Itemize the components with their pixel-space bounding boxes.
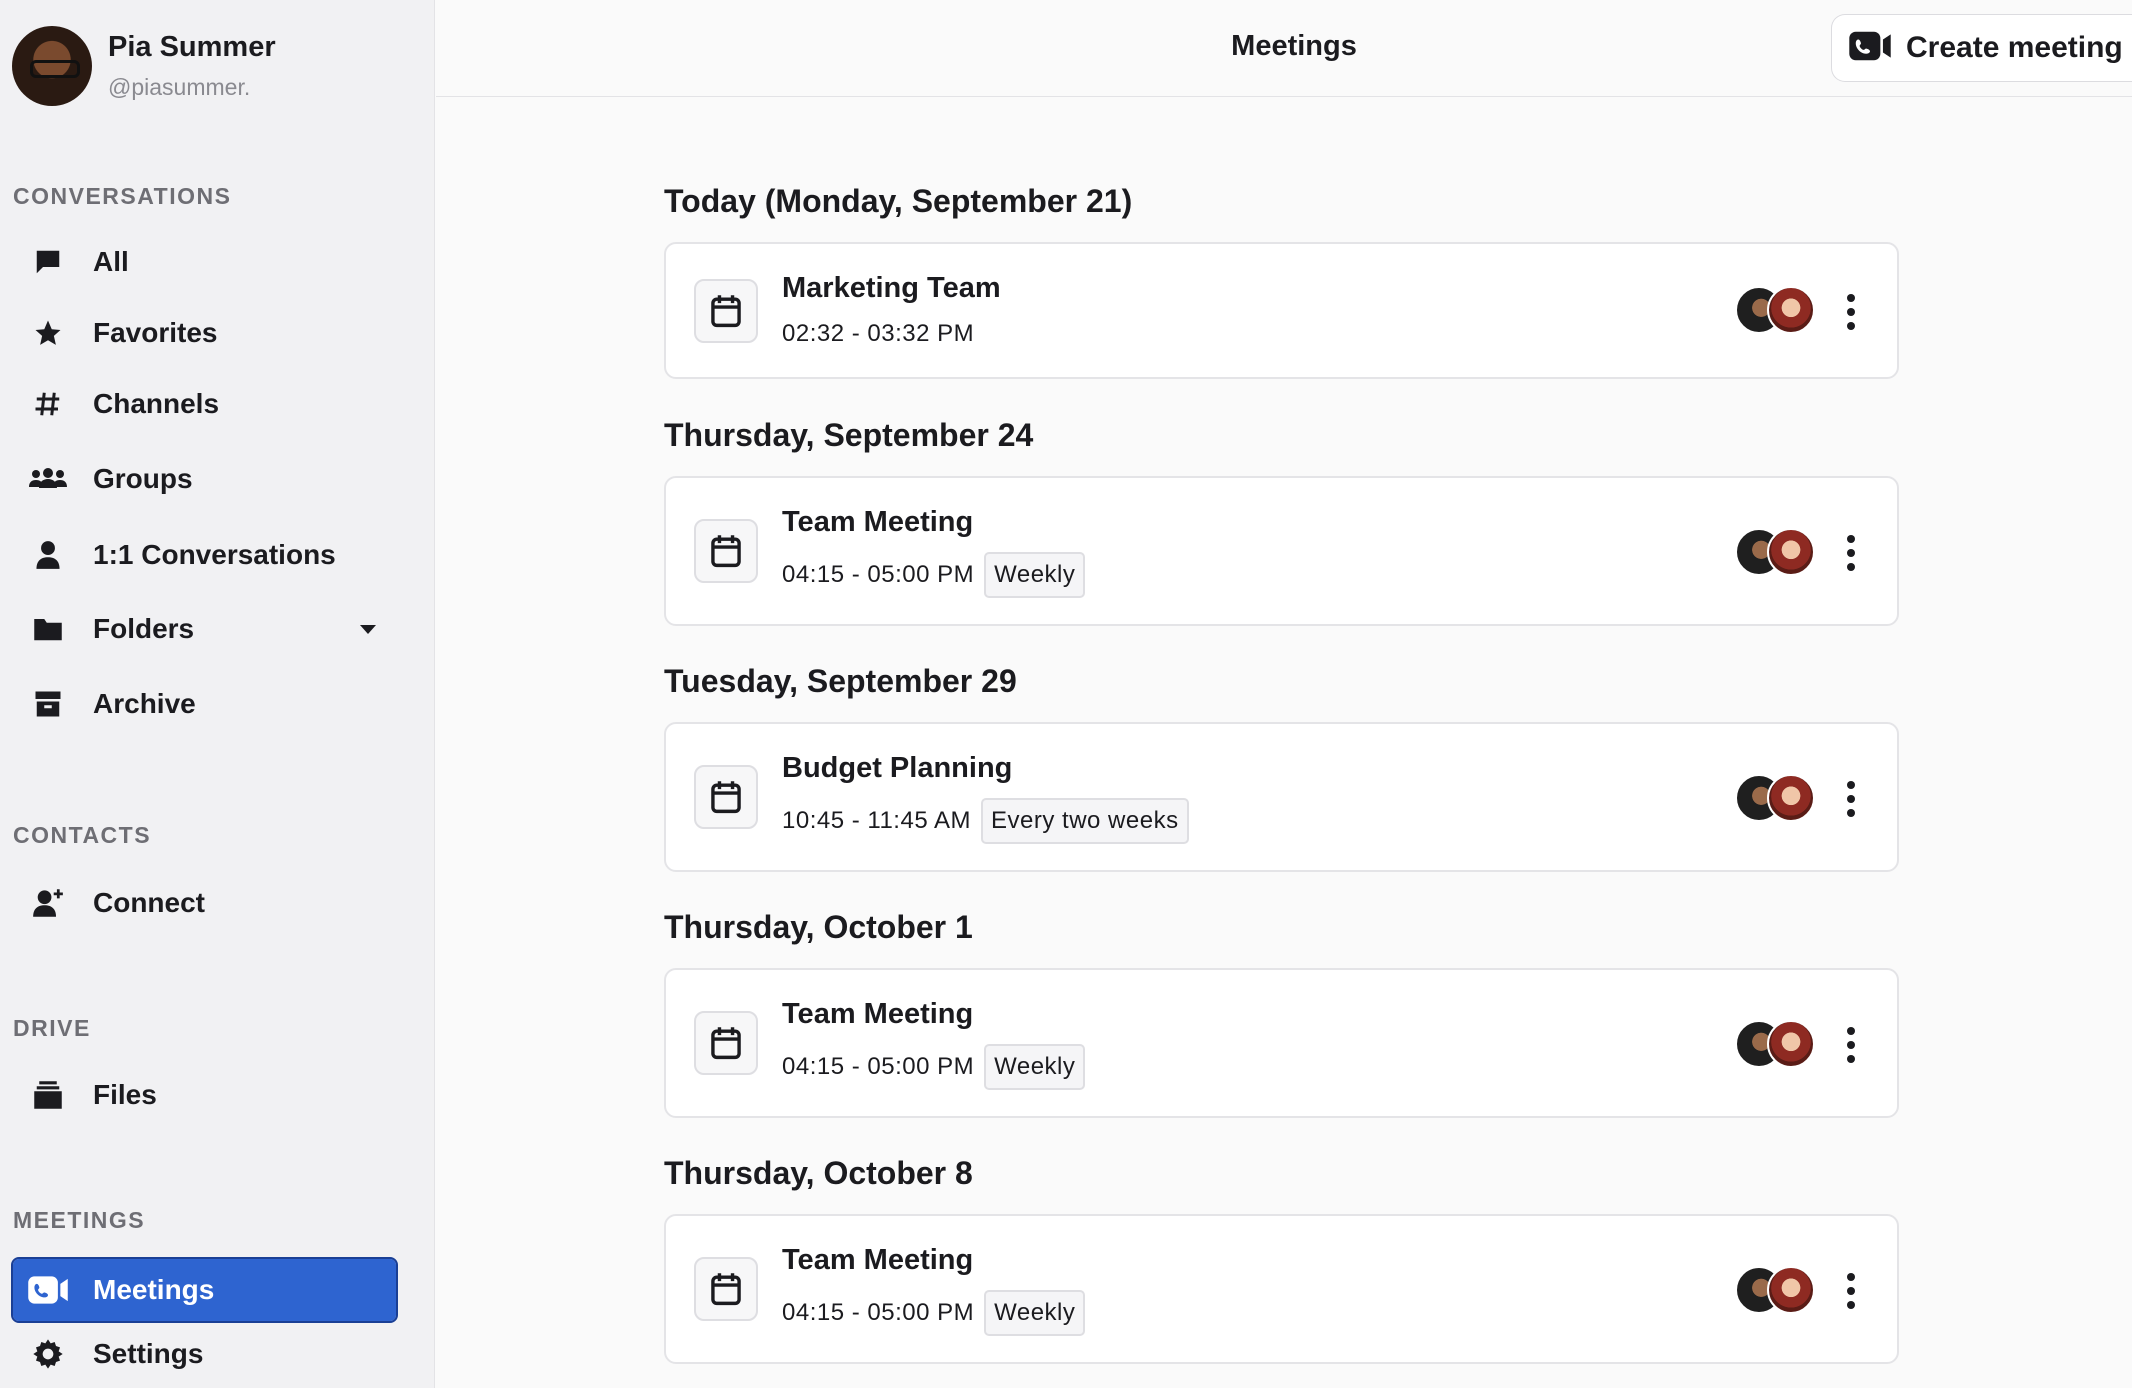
recurrence-badge: Every two weeks: [981, 798, 1189, 844]
profile-handle: @piasummer.: [108, 74, 251, 100]
day-heading: Thursday, September 24: [664, 417, 1034, 453]
sidebar-item-settings[interactable]: Settings: [13, 1323, 396, 1385]
meeting-time-row: 04:15 - 05:00 PM Weekly: [782, 1044, 1086, 1090]
avatar: [1767, 286, 1815, 334]
more-options-icon[interactable]: [1845, 781, 1857, 817]
sidebar-item-label: Settings: [93, 1338, 204, 1369]
avatar: [1767, 1266, 1815, 1314]
sidebar-item-meetings[interactable]: Meetings: [11, 1257, 398, 1323]
meeting-card[interactable]: Marketing Team 02:32 - 03:32 PM: [664, 242, 1899, 379]
section-title-drive: DRIVE: [13, 1015, 91, 1041]
avatar: [1767, 1020, 1815, 1068]
day-heading: Thursday, October 1: [664, 909, 973, 945]
meeting-title: Team Meeting: [782, 506, 974, 538]
meeting-time: 04:15 - 05:00 PM: [782, 561, 975, 588]
section-title-conversations: CONVERSATIONS: [13, 183, 232, 209]
user-profile[interactable]: Pia Summer @piasummer.: [12, 26, 276, 106]
participants[interactable]: [1735, 774, 1815, 822]
day-heading: Thursday, October 8: [664, 1155, 973, 1191]
star-icon: [13, 318, 83, 348]
meeting-time: 04:15 - 05:00 PM: [782, 1053, 975, 1080]
day-heading: Today (Monday, September 21): [664, 183, 1133, 219]
avatar: [1767, 774, 1815, 822]
sidebar-item-one-to-one[interactable]: 1:1 Conversations: [13, 524, 396, 586]
app-window: Pia Summer @piasummer. CONVERSATIONS All…: [0, 0, 2132, 1388]
more-options-icon[interactable]: [1845, 1027, 1857, 1063]
sidebar: Pia Summer @piasummer. CONVERSATIONS All…: [0, 0, 435, 1388]
recurrence-badge: Weekly: [984, 1044, 1086, 1090]
sidebar-item-label: Archive: [93, 688, 196, 719]
sidebar-item-label: Favorites: [93, 317, 218, 348]
meeting-time-row: 02:32 - 03:32 PM: [782, 320, 974, 348]
more-options-icon[interactable]: [1845, 1273, 1857, 1309]
avatar[interactable]: [12, 26, 92, 106]
participants[interactable]: [1735, 1266, 1815, 1314]
sidebar-item-groups[interactable]: Groups: [13, 448, 396, 510]
hash-icon: [13, 389, 83, 419]
calendar-icon: [694, 279, 758, 343]
profile-text: Pia Summer @piasummer.: [108, 31, 276, 101]
group-icon: [13, 466, 83, 492]
top-bar: Meetings Create meeting: [436, 0, 2132, 97]
avatar: [1767, 528, 1815, 576]
add-person-icon: [13, 888, 83, 918]
meeting-time-row: 04:15 - 05:00 PM Weekly: [782, 1290, 1086, 1336]
recurrence-badge: Weekly: [984, 552, 1086, 598]
create-meeting-button[interactable]: Create meeting: [1831, 14, 2132, 82]
meeting-card[interactable]: Budget Planning 10:45 - 11:45 AM Every t…: [664, 722, 1899, 872]
sidebar-item-channels[interactable]: Channels: [13, 373, 396, 435]
meeting-title: Team Meeting: [782, 998, 974, 1030]
sidebar-item-label: Channels: [93, 388, 220, 419]
meeting-title: Marketing Team: [782, 272, 1001, 304]
participants[interactable]: [1735, 1020, 1815, 1068]
chat-bubble-icon: [13, 247, 83, 277]
sidebar-item-favorites[interactable]: Favorites: [13, 302, 396, 364]
video-call-icon: [1848, 30, 1892, 67]
calendar-icon: [694, 1011, 758, 1075]
section-title-meetings: MEETINGS: [13, 1207, 146, 1233]
sidebar-item-label: Meetings: [93, 1274, 215, 1305]
calendar-icon: [694, 1257, 758, 1321]
archive-icon: [13, 689, 83, 719]
main-content: Meetings Create meeting Today (Monday, S…: [436, 0, 2132, 1388]
more-options-icon[interactable]: [1845, 294, 1857, 330]
sidebar-item-label: 1:1 Conversations: [93, 539, 336, 570]
sidebar-item-label: All: [93, 246, 129, 277]
profile-name: Pia Summer: [108, 31, 276, 63]
sidebar-item-folders[interactable]: Folders: [13, 598, 396, 660]
participants[interactable]: [1735, 528, 1815, 576]
meeting-time-row: 10:45 - 11:45 AM Every two weeks: [782, 798, 1189, 844]
meeting-time: 02:32 - 03:32 PM: [782, 320, 975, 347]
meeting-time-row: 04:15 - 05:00 PM Weekly: [782, 552, 1086, 598]
meeting-time: 04:15 - 05:00 PM: [782, 1299, 975, 1326]
chevron-down-icon[interactable]: [360, 625, 376, 634]
recurrence-badge: Weekly: [984, 1290, 1086, 1336]
sidebar-item-all[interactable]: All: [13, 231, 396, 293]
gear-icon: [13, 1338, 83, 1370]
person-icon: [13, 540, 83, 570]
sidebar-item-label: Connect: [93, 887, 205, 918]
sidebar-item-connect[interactable]: Connect: [13, 872, 396, 934]
sidebar-item-label: Groups: [93, 463, 193, 494]
participants[interactable]: [1735, 286, 1815, 334]
sidebar-item-label: Folders: [93, 613, 195, 644]
meeting-card[interactable]: Team Meeting 04:15 - 05:00 PM Weekly: [664, 476, 1899, 626]
sidebar-item-files[interactable]: Files: [13, 1064, 396, 1126]
files-icon: [13, 1080, 83, 1110]
meeting-card[interactable]: Team Meeting 04:15 - 05:00 PM Weekly: [664, 968, 1899, 1118]
meeting-title: Budget Planning: [782, 752, 1013, 784]
day-heading: Tuesday, September 29: [664, 663, 1017, 699]
create-meeting-label: Create meeting: [1906, 31, 2123, 64]
sidebar-item-label: Files: [93, 1079, 157, 1110]
meeting-card[interactable]: Team Meeting 04:15 - 05:00 PM Weekly: [664, 1214, 1899, 1364]
more-options-icon[interactable]: [1845, 535, 1857, 571]
calendar-icon: [694, 519, 758, 583]
video-call-icon: [13, 1275, 83, 1305]
section-title-contacts: CONTACTS: [13, 822, 152, 848]
calendar-icon: [694, 765, 758, 829]
sidebar-item-archive[interactable]: Archive: [13, 673, 396, 735]
folder-icon: [13, 616, 83, 642]
meeting-title: Team Meeting: [782, 1244, 974, 1276]
meeting-time: 10:45 - 11:45 AM: [782, 807, 972, 834]
